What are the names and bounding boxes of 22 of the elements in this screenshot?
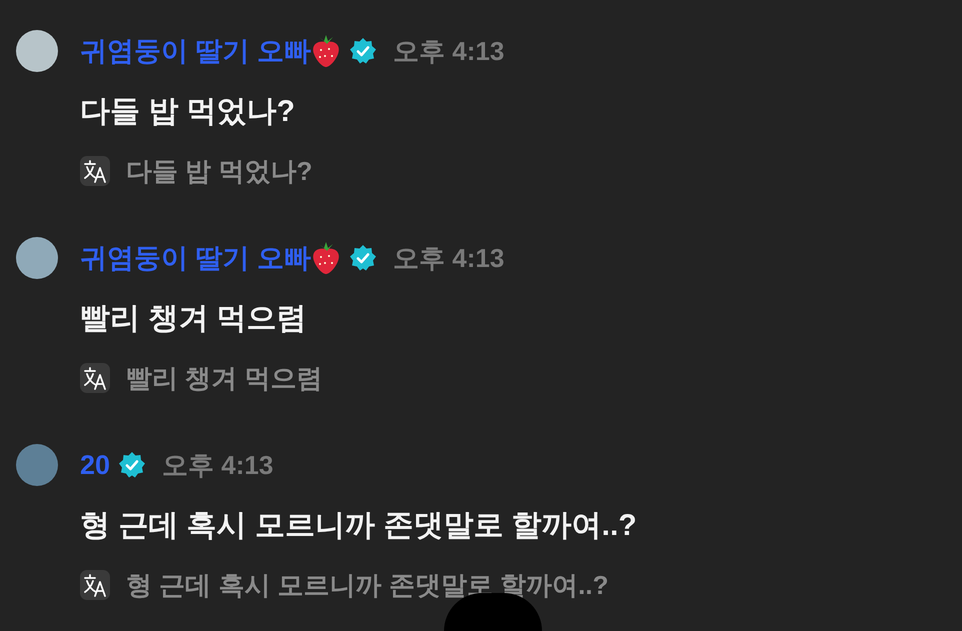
message-text: 빨리 챙겨 먹으렴 bbox=[80, 301, 308, 337]
author-name[interactable]: 20 bbox=[80, 444, 110, 486]
verified-badge-icon bbox=[349, 244, 378, 272]
timestamp: 오후 4:13 bbox=[162, 448, 274, 482]
translate-icon bbox=[80, 156, 110, 186]
strawberry-icon bbox=[311, 34, 342, 68]
translate-icon bbox=[80, 363, 110, 393]
strawberry-icon bbox=[311, 241, 342, 275]
message-text: 다들 밥 먹었나? bbox=[80, 94, 296, 130]
translate-icon bbox=[80, 570, 110, 600]
translation-text: 빨리 챙겨 먹으렴 bbox=[126, 362, 322, 394]
translation-text: 다들 밥 먹었나? bbox=[126, 154, 312, 188]
timestamp: 오후 4:13 bbox=[393, 34, 504, 68]
avatar[interactable] bbox=[16, 30, 58, 72]
author-name[interactable]: 귀염둥이 딸기 오빠 bbox=[80, 30, 312, 72]
avatar[interactable] bbox=[16, 237, 58, 279]
verified-badge-icon bbox=[118, 451, 146, 479]
avatar[interactable] bbox=[16, 444, 58, 486]
message-text: 형 근데 혹시 모르니까 존댓말로 할까여..? bbox=[80, 508, 637, 544]
author-name[interactable]: 귀염둥이 딸기 오빠 bbox=[80, 238, 312, 278]
verified-badge-icon bbox=[349, 37, 378, 65]
timestamp: 오후 4:13 bbox=[393, 242, 504, 274]
